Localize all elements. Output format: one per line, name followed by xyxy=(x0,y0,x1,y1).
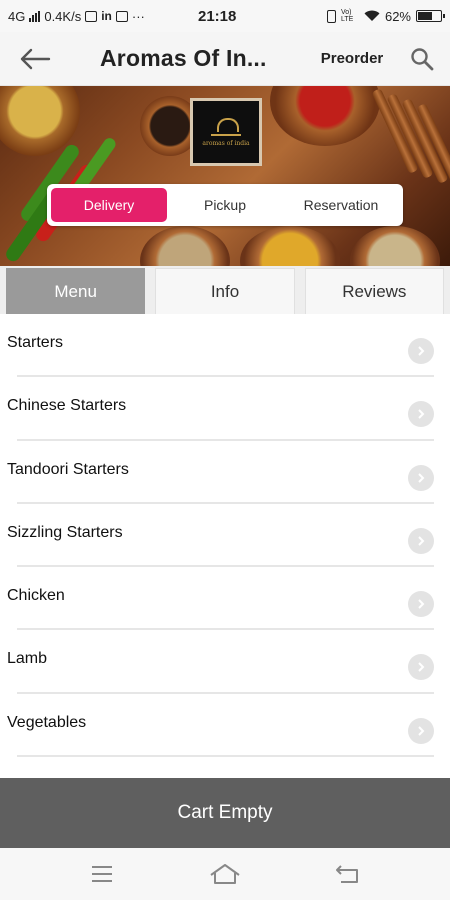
menu-category-label: Tandoori Starters xyxy=(7,460,129,478)
tab-reviews[interactable]: Reviews xyxy=(304,268,444,314)
menu-category-label: Starters xyxy=(7,334,64,351)
back-system-button[interactable] xyxy=(318,854,378,894)
chevron-right-icon xyxy=(408,654,434,681)
back-button[interactable] xyxy=(0,32,70,86)
order-type-toggle: Delivery Pickup Reservation xyxy=(47,184,403,226)
delivery-option[interactable]: Delivery xyxy=(51,188,167,222)
tab-menu[interactable]: Menu xyxy=(6,268,146,314)
network-signal-icon xyxy=(29,10,41,22)
logo-text: aromas of india xyxy=(202,139,250,147)
home-icon xyxy=(210,864,240,884)
search-icon xyxy=(411,47,434,70)
vibrate-icon xyxy=(326,9,336,23)
battery-percent: 62% xyxy=(384,8,411,24)
chevron-right-icon xyxy=(408,338,434,364)
spice-pot xyxy=(240,226,340,266)
linkedin-icon: in xyxy=(101,9,112,23)
status-bar: 4G 0.4K/s in ··· 21:18 Vo) LTE 62% xyxy=(0,0,450,32)
spice-pot xyxy=(140,226,230,266)
menu-category-label: Chicken xyxy=(7,587,65,605)
spice-pot xyxy=(350,226,440,266)
wifi-icon xyxy=(364,10,380,21)
status-time: 21:18 xyxy=(198,7,237,25)
chevron-right-icon xyxy=(408,464,434,491)
more-icon: ··· xyxy=(131,8,145,24)
youtube-icon xyxy=(85,10,98,22)
menu-lines-icon xyxy=(91,866,112,882)
divider xyxy=(17,755,434,758)
pickup-option[interactable]: Pickup xyxy=(167,188,283,222)
restaurant-logo: aromas of india xyxy=(190,98,262,166)
chevron-right-icon xyxy=(408,401,434,428)
recent-apps-button[interactable] xyxy=(72,854,132,894)
preorder-button[interactable]: Preorder xyxy=(310,50,394,67)
back-arrow-icon xyxy=(20,48,51,69)
menu-category-tandoori-starters[interactable]: Tandoori Starters xyxy=(0,441,450,504)
chevron-right-icon xyxy=(408,717,434,744)
page-title: Aromas Of In... xyxy=(100,45,267,71)
system-nav-bar xyxy=(0,848,450,900)
volte-icon: Vo) LTE xyxy=(340,9,354,23)
cart-button[interactable]: Cart Empty xyxy=(0,778,450,848)
status-left: 4G 0.4K/s in ··· xyxy=(8,9,198,24)
tab-info[interactable]: Info xyxy=(155,268,295,314)
battery-icon xyxy=(416,10,445,22)
menu-category-label: Sizzling Starters xyxy=(7,523,123,541)
network-type: 4G xyxy=(8,8,26,24)
menu-category-label: Chinese Starters xyxy=(7,397,127,415)
cart-label: Cart Empty xyxy=(177,802,273,823)
menu-category-lamb[interactable]: Lamb xyxy=(0,630,450,694)
restaurant-banner: aromas of india xyxy=(0,86,450,266)
reservation-option[interactable]: Reservation xyxy=(283,188,399,222)
mail-icon xyxy=(115,10,128,22)
chevron-right-icon xyxy=(408,591,434,618)
search-button[interactable] xyxy=(394,32,450,86)
menu-category-starters[interactable]: Starters xyxy=(0,314,450,378)
network-speed: 0.4K/s xyxy=(44,8,82,24)
menu-category-chicken[interactable]: Chicken xyxy=(0,567,450,631)
menu-category-list: Starters Chinese Starters Tandoori Start… xyxy=(0,314,450,778)
menu-category-label: Lamb xyxy=(7,650,48,668)
menu-category-sizzling-starters[interactable]: Sizzling Starters xyxy=(0,504,450,568)
menu-category-label: Vegetables xyxy=(7,713,87,731)
status-right: Vo) LTE 62% xyxy=(326,8,445,24)
section-tabs: Menu Info Reviews xyxy=(0,266,450,314)
app-bar: Aromas Of In... Preorder xyxy=(0,32,450,86)
menu-category-chinese-starters[interactable]: Chinese Starters xyxy=(0,377,450,441)
logo-mark-icon xyxy=(211,117,241,136)
home-button[interactable] xyxy=(195,854,255,894)
chevron-right-icon xyxy=(408,527,434,554)
return-icon xyxy=(336,865,359,883)
menu-category-vegetables[interactable]: Vegetables xyxy=(0,694,450,758)
spice-pot xyxy=(270,86,380,146)
